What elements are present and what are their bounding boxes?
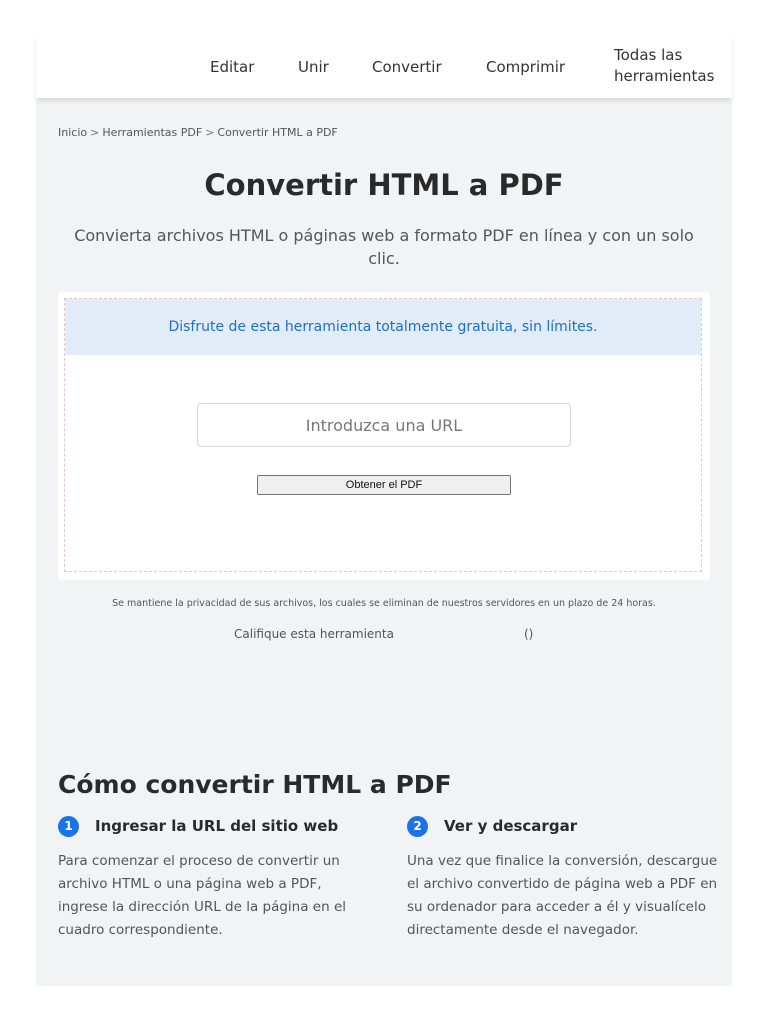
step-header: 1 Ingresar la URL del sitio web (58, 814, 370, 838)
nav-item-label-line2: herramientas (614, 67, 715, 85)
converter-card: Disfrute de esta herramienta totalmente … (58, 292, 710, 580)
breadcrumb: Inicio > Herramientas PDF > Convertir HTML a… (58, 126, 338, 139)
nav-item-comprimir[interactable]: Comprimir (486, 57, 565, 78)
nav-item-convertir[interactable]: Convertir (372, 57, 442, 78)
page-title: Convertir HTML a PDF (204, 168, 564, 202)
breadcrumb-separator: > (205, 126, 215, 139)
step-header: 2 Ver y descargar (407, 814, 719, 838)
converter-dropzone: Disfrute de esta herramienta totalmente … (64, 298, 702, 572)
nav-item-editar[interactable]: Editar (210, 57, 254, 78)
step-title: Ver y descargar (444, 817, 578, 835)
main-content: Inicio > Herramientas PDF > Convertir HTML a… (36, 98, 732, 986)
rating-value[interactable]: () (524, 627, 533, 641)
step-number-badge: 2 (407, 815, 428, 837)
free-tool-banner: Disfrute de esta herramienta totalmente … (65, 299, 701, 355)
breadcrumb-current: Convertir HTML a PDF (217, 126, 338, 139)
nav-item-todas-las-herramientas[interactable]: Todas las herramientas (614, 45, 714, 87)
rate-tool-label: Califique esta herramienta (234, 627, 394, 641)
howto-step-2: 2 Ver y descargar Una vez que finalice l… (407, 814, 719, 942)
step-number-badge: 1 (58, 815, 79, 837)
step-description: Una vez que finalice la conversión, desc… (407, 853, 718, 938)
breadcrumb-herramientas-pdf[interactable]: Herramientas PDF (102, 126, 202, 139)
howto-title: Cómo convertir HTML a PDF (58, 770, 452, 799)
nav-item-unir[interactable]: Unir (298, 57, 329, 78)
breadcrumb-inicio[interactable]: Inicio (58, 126, 87, 139)
step-description: Para comenzar el proceso de convertir un… (58, 853, 347, 938)
nav-item-label-line1: Todas las (614, 46, 683, 64)
howto-step-1: 1 Ingresar la URL del sitio web Para com… (58, 814, 370, 942)
get-pdf-button[interactable]: Obtener el PDF (257, 475, 511, 495)
breadcrumb-separator: > (90, 126, 100, 139)
top-navigation: Editar Unir Convertir Comprimir Todas la… (36, 36, 732, 98)
privacy-note: Se mantiene la privacidad de sus archivo… (112, 598, 656, 609)
url-input[interactable] (197, 403, 571, 447)
step-title: Ingresar la URL del sitio web (95, 817, 339, 835)
page-subtitle: Convierta archivos HTML o páginas web a … (74, 226, 694, 268)
